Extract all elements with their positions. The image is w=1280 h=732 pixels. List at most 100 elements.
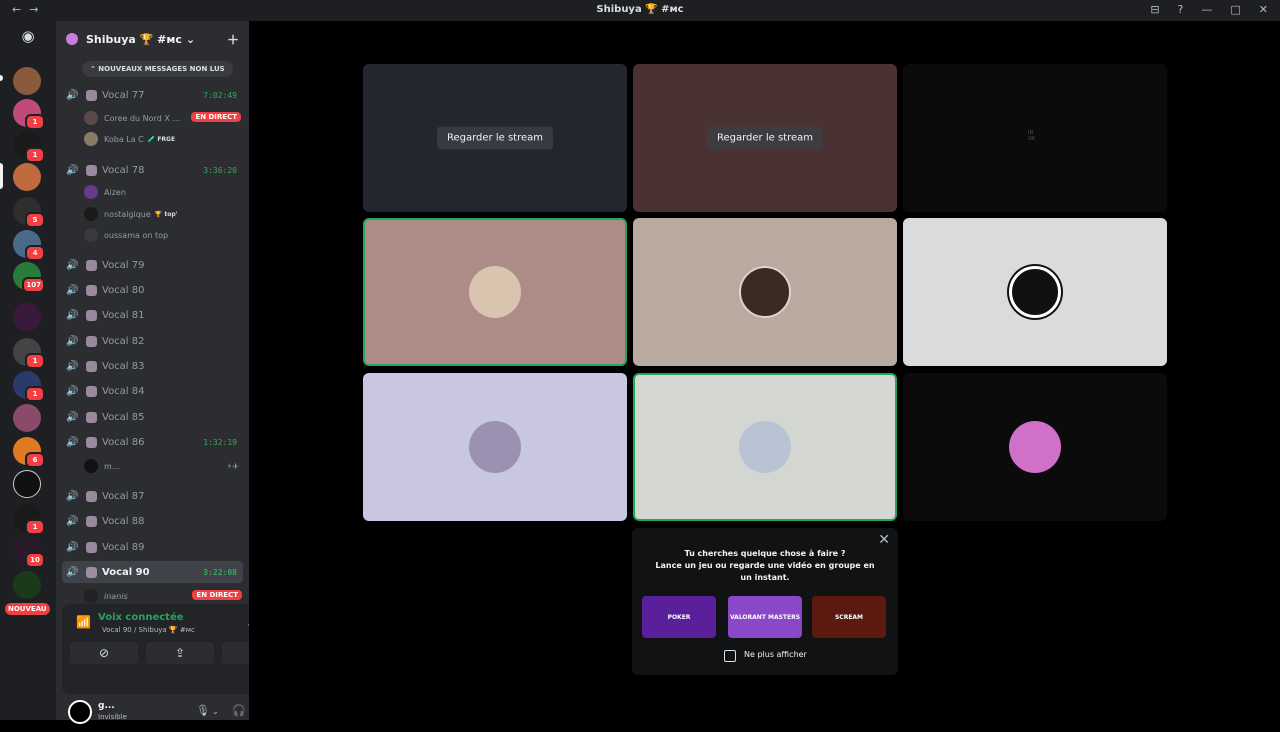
server-icon[interactable] bbox=[13, 470, 41, 498]
server-icon[interactable]: 1 bbox=[13, 504, 45, 535]
watch-stream-button[interactable]: Regarder le stream bbox=[706, 126, 824, 150]
voice-status[interactable]: Voix connectée bbox=[98, 612, 184, 623]
microphone-icon[interactable]: 🎙 bbox=[196, 704, 210, 717]
voice-channel-85[interactable]: 🔊 Vocal 85 bbox=[62, 406, 243, 428]
speaker-icon: 🔊 bbox=[66, 259, 79, 271]
speaker-icon: 🔊 bbox=[66, 284, 79, 296]
watch-stream-button[interactable]: Regarder le stream bbox=[436, 126, 554, 150]
voice-channel-88[interactable]: 🔊 Vocal 88 bbox=[62, 510, 243, 532]
close-button[interactable]: ✕ bbox=[1259, 3, 1268, 16]
user-tile[interactable] bbox=[903, 218, 1167, 366]
server-icon[interactable] bbox=[13, 163, 41, 191]
channel-emoji-icon bbox=[86, 411, 97, 423]
voice-user[interactable]: Koba La C 🧪 FRGE bbox=[84, 130, 175, 148]
server-icon[interactable]: 4 bbox=[13, 230, 45, 261]
channel-name: Vocal 77 bbox=[102, 89, 145, 101]
valorant-activity[interactable]: VALORANT MASTERS bbox=[728, 596, 802, 638]
avatar bbox=[84, 459, 98, 473]
user-avatar bbox=[739, 266, 791, 318]
camera-button[interactable]: ⊘ bbox=[70, 642, 138, 664]
server-icon[interactable]: 1 bbox=[13, 132, 45, 163]
server-icon[interactable] bbox=[13, 571, 41, 599]
voice-channel-79[interactable]: 🔊 Vocal 79 bbox=[62, 254, 243, 276]
activity-hint: Lance un jeu ou regarde une vidéo en gro… bbox=[655, 561, 875, 582]
poker-activity[interactable]: POKER bbox=[642, 596, 716, 638]
server-icon[interactable]: 1 bbox=[13, 371, 45, 402]
user-tile[interactable] bbox=[633, 373, 897, 521]
user-tile[interactable]: IN OK bbox=[903, 64, 1167, 212]
channel-emoji-icon bbox=[86, 259, 97, 271]
user-tile[interactable] bbox=[903, 373, 1167, 521]
voice-channel-90[interactable]: 🔊 Vocal 90 3:22:08 bbox=[62, 561, 243, 583]
screen-share-button[interactable]: ⇪ bbox=[146, 642, 214, 664]
voice-channel-82[interactable]: 🔊 Vocal 82 bbox=[62, 330, 243, 352]
server-icon[interactable]: 1 bbox=[13, 338, 45, 369]
voice-channel-81[interactable]: 🔊 Vocal 81 bbox=[62, 304, 243, 326]
server-icon[interactable]: 107 bbox=[13, 262, 45, 293]
live-badge: EN DIRECT bbox=[191, 112, 241, 122]
voice-user[interactable]: nostalgique 🏆 top' bbox=[84, 205, 177, 223]
close-icon[interactable]: ✕ bbox=[878, 532, 890, 548]
speaker-icon: 🔊 bbox=[66, 164, 79, 176]
server-header[interactable]: Shibuya 🏆 #мс ⌄ ＋ bbox=[56, 21, 249, 57]
voice-user[interactable]: inanis bbox=[84, 587, 128, 605]
user-tile[interactable] bbox=[363, 373, 627, 521]
channel-name: Vocal 80 bbox=[102, 284, 145, 296]
dont-show-checkbox[interactable] bbox=[724, 650, 736, 662]
channel-emoji-icon bbox=[86, 335, 97, 347]
voice-channel-80[interactable]: 🔊 Vocal 80 bbox=[62, 279, 243, 301]
channel-timer: 7:02:49 bbox=[203, 90, 237, 100]
stream-tile[interactable]: Regarder le stream bbox=[633, 64, 897, 212]
user-avatar bbox=[1009, 421, 1061, 473]
voice-user[interactable]: m... ⚡✈ bbox=[84, 457, 239, 475]
server-icon[interactable]: 5 bbox=[13, 197, 45, 228]
speaker-icon: 🔊 bbox=[66, 309, 79, 321]
speaker-icon: 🔊 bbox=[66, 566, 79, 578]
channel-emoji-icon bbox=[86, 436, 97, 448]
user-name[interactable]: g... bbox=[98, 701, 115, 711]
new-badge[interactable]: NOUVEAU bbox=[5, 603, 50, 615]
small-avatar-label: IN OK bbox=[1028, 130, 1036, 142]
voice-user[interactable]: Aizen bbox=[84, 183, 126, 201]
user-tile[interactable] bbox=[633, 218, 897, 366]
stream-tile[interactable]: Regarder le stream bbox=[363, 64, 627, 212]
server-icon[interactable] bbox=[13, 67, 41, 95]
voice-channel-87[interactable]: 🔊 Vocal 87 bbox=[62, 485, 243, 507]
voice-channel-83[interactable]: 🔊 Vocal 83 bbox=[62, 355, 243, 377]
help-icon[interactable]: ? bbox=[1178, 3, 1184, 16]
minimize-button[interactable]: — bbox=[1201, 3, 1212, 16]
dont-show-label[interactable]: Ne plus afficher bbox=[744, 650, 807, 659]
speaker-icon: 🔊 bbox=[66, 335, 79, 347]
unread-messages-pill[interactable]: ⌃ NOUVEAUX MESSAGES NON LUS bbox=[82, 61, 233, 77]
headphones-icon[interactable]: 🎧 bbox=[232, 704, 246, 717]
server-icon[interactable]: 1 bbox=[13, 99, 45, 130]
scream-activity[interactable]: SCREAM bbox=[812, 596, 886, 638]
voice-channel-77[interactable]: 🔊 Vocal 77 7:02:49 bbox=[62, 84, 243, 106]
server-icon[interactable] bbox=[13, 404, 41, 432]
maximize-button[interactable]: □ bbox=[1230, 3, 1240, 16]
screen-icon[interactable]: ⊟ bbox=[1150, 3, 1159, 16]
speaker-icon: 🔊 bbox=[66, 385, 79, 397]
speaker-icon: 🔊 bbox=[66, 360, 79, 372]
user-tile[interactable] bbox=[363, 218, 627, 366]
voice-channel-78[interactable]: 🔊 Vocal 78 3:36:20 bbox=[62, 159, 243, 181]
speaker-icon: 🔊 bbox=[66, 411, 79, 423]
avatar[interactable] bbox=[68, 700, 92, 724]
voice-user[interactable]: oussama on top bbox=[84, 226, 168, 244]
server-icon[interactable]: 6 bbox=[13, 437, 45, 468]
voice-channel-86[interactable]: 🔊 Vocal 86 1:32:19 bbox=[62, 431, 243, 453]
avatar bbox=[84, 185, 98, 199]
server-icon[interactable]: 10 bbox=[13, 537, 45, 568]
voice-location[interactable]: Vocal 90 / Shibuya 🏆 #мс bbox=[102, 626, 195, 634]
user-name: inanis bbox=[104, 591, 128, 601]
invite-icon[interactable]: ＋ bbox=[227, 31, 239, 48]
server-icon[interactable] bbox=[13, 303, 41, 331]
discord-logo-icon[interactable]: ◉ bbox=[13, 27, 43, 49]
channel-name: Vocal 84 bbox=[102, 385, 145, 397]
voice-channel-89[interactable]: 🔊 Vocal 89 bbox=[62, 536, 243, 558]
chevron-down-icon[interactable]: ⌄ bbox=[212, 707, 219, 716]
channel-emoji-icon bbox=[86, 385, 97, 397]
mention-badge: 1 bbox=[25, 386, 45, 402]
voice-channel-84[interactable]: 🔊 Vocal 84 bbox=[62, 380, 243, 402]
channel-emoji-icon bbox=[86, 515, 97, 527]
